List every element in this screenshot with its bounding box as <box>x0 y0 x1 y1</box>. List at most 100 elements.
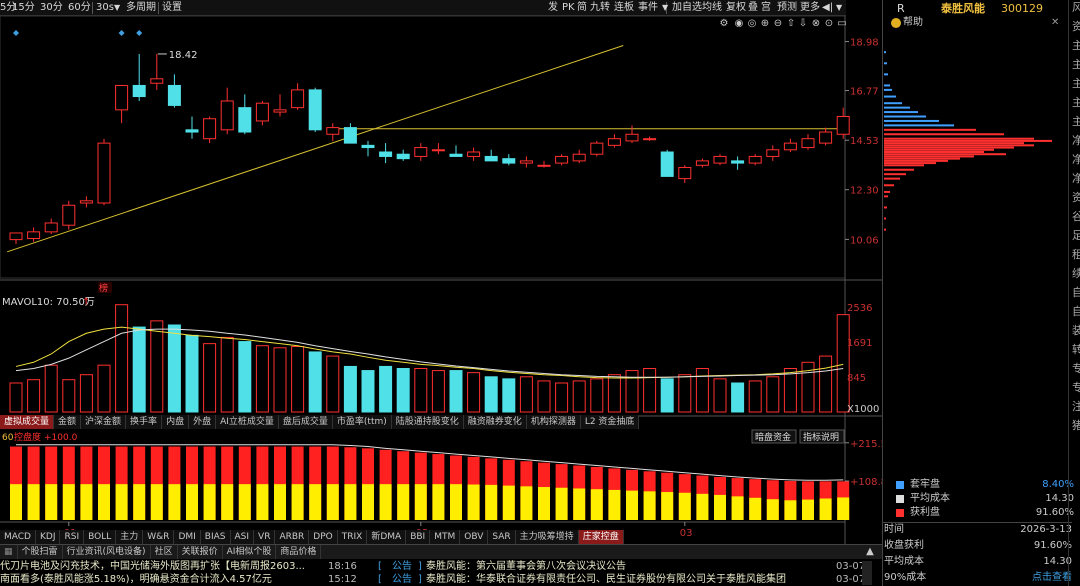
candle[interactable] <box>660 149 674 177</box>
tech-tab-9[interactable]: VR <box>254 530 276 544</box>
period-button-2[interactable]: 30分 <box>40 1 63 15</box>
announcement-item[interactable]: 泰胜风能：第六届董事会第八次会议决议公告 <box>426 560 826 573</box>
bottom-tab-5[interactable]: 商品价格 <box>276 545 322 559</box>
volume-bar[interactable] <box>273 347 287 413</box>
bottom-tab-3[interactable]: 关联报价 <box>178 545 223 559</box>
tool-button-2[interactable]: 简 <box>577 1 587 15</box>
indicator-button[interactable]: 暗盘资金 <box>751 429 797 444</box>
candle[interactable] <box>484 149 498 162</box>
down-arrow-icon[interactable]: ⇩ <box>797 17 809 30</box>
tool-button-1[interactable]: PK <box>562 1 575 15</box>
bottom-tab-2[interactable]: 社区 <box>151 545 178 559</box>
candle[interactable] <box>519 156 533 168</box>
candle[interactable] <box>836 107 850 139</box>
candle[interactable] <box>185 116 199 139</box>
tool-button-9[interactable]: 叠 <box>748 1 758 15</box>
tech-tab-16[interactable]: OBV <box>460 530 489 544</box>
tech-tab-12[interactable]: TRIX <box>338 530 368 544</box>
candle[interactable] <box>414 143 428 161</box>
candle[interactable] <box>308 87 322 133</box>
eye-off-icon[interactable]: ◎ <box>746 17 758 30</box>
candle[interactable] <box>607 134 621 148</box>
candle[interactable] <box>431 143 445 155</box>
candle[interactable] <box>449 145 463 157</box>
vol-tab-6[interactable]: AI立桩成交量 <box>216 415 279 429</box>
close-circle-icon[interactable]: ⊗ <box>810 17 822 30</box>
up-arrow-icon[interactable]: ⇧ <box>785 17 797 30</box>
candle[interactable] <box>502 154 516 166</box>
tool-button-3[interactable]: 九转 <box>590 1 610 15</box>
tool-button-4[interactable]: 连板 <box>614 1 634 15</box>
volume-bar[interactable] <box>607 374 621 413</box>
volume-bar[interactable] <box>519 376 533 413</box>
zoom-out-icon[interactable]: ⊖ <box>772 17 784 30</box>
candle[interactable] <box>731 156 745 170</box>
candle[interactable] <box>748 154 762 166</box>
volume-bar[interactable] <box>695 368 709 413</box>
candle[interactable] <box>97 138 111 206</box>
volume-bar[interactable] <box>115 304 129 413</box>
kline-chart[interactable]: 18.98 16.77 14.53 12.30 10.06 18.42 榜 MAVOL10: … <box>0 16 882 544</box>
candle[interactable] <box>115 84 129 124</box>
tech-tab-7[interactable]: BIAS <box>201 530 231 544</box>
tool-button-10[interactable]: 宫 <box>761 1 771 15</box>
volume-bar[interactable] <box>766 376 780 413</box>
bottom-tab-0[interactable]: 个股扫雷 <box>18 545 63 559</box>
volume-bar[interactable] <box>555 382 569 413</box>
candle[interactable] <box>150 53 164 90</box>
news-scrollbar[interactable] <box>862 561 872 585</box>
candle[interactable] <box>643 136 657 141</box>
volume-bar[interactable] <box>449 370 463 413</box>
candle[interactable] <box>379 143 393 164</box>
zoom-in-icon[interactable]: ⊕ <box>759 17 771 30</box>
period-button-6[interactable]: 设置 <box>162 1 182 15</box>
tech-tab-14[interactable]: BBI <box>406 530 431 544</box>
tool-button-6[interactable]: 加自选 <box>672 1 702 15</box>
volume-bar[interactable] <box>185 334 199 413</box>
settings-icon[interactable]: ⚙ <box>718 17 730 30</box>
candle[interactable] <box>9 232 23 245</box>
tool-button-5[interactable]: 事件 <box>638 1 658 15</box>
tech-tab-10[interactable]: ARBR <box>275 530 310 544</box>
side-char[interactable]: 装 <box>1072 325 1080 337</box>
tech-tab-0[interactable]: MACD <box>0 530 36 544</box>
tool-button-7[interactable]: 均线 <box>702 1 722 15</box>
volume-bar[interactable] <box>572 380 586 413</box>
side-char[interactable]: 自 <box>1072 306 1080 318</box>
volume-bar[interactable] <box>291 346 305 413</box>
candle[interactable] <box>273 94 287 117</box>
volume-bar[interactable] <box>326 355 340 413</box>
tool-button-0[interactable]: 发 <box>548 1 558 15</box>
candle[interactable] <box>625 125 639 144</box>
candle[interactable] <box>590 140 604 157</box>
copy-icon[interactable]: ▭ <box>836 17 848 30</box>
tech-tab-15[interactable]: MTM <box>430 530 461 544</box>
dropdown-icon[interactable]: ▼ <box>836 1 842 15</box>
candle[interactable] <box>766 145 780 161</box>
tech-tab-19[interactable]: 庄家控盘 <box>578 530 624 544</box>
vol-tab-9[interactable]: 陆股通持股变化 <box>392 415 464 429</box>
candle[interactable] <box>62 200 76 230</box>
search-icon[interactable]: ⊙ <box>823 17 835 30</box>
tech-tab-17[interactable]: SAR <box>488 530 516 544</box>
candle[interactable] <box>203 116 217 144</box>
volume-bar[interactable] <box>537 380 551 413</box>
vol-tab-10[interactable]: 融资融券变化 <box>464 415 527 429</box>
dropdown-icon[interactable]: ▼ <box>662 1 668 15</box>
bottom-tab-4[interactable]: AI相似个股 <box>223 545 277 559</box>
volume-bar[interactable] <box>255 345 269 413</box>
volume-bar[interactable] <box>308 351 322 413</box>
volume-bar[interactable] <box>97 364 111 413</box>
tech-tab-6[interactable]: DMI <box>174 530 201 544</box>
dropdown-icon[interactable]: ▼ <box>114 1 120 15</box>
volume-bar[interactable] <box>643 368 657 413</box>
tech-tab-8[interactable]: ASI <box>231 530 255 544</box>
candle[interactable] <box>220 87 234 135</box>
news-item[interactable]: 代刀片电池及闪充技术，中国光储海外版图再扩张【电新周报2603... <box>0 560 320 573</box>
tech-tab-2[interactable]: RSI <box>60 530 85 544</box>
candle[interactable] <box>555 154 569 166</box>
volume-bar[interactable] <box>414 368 428 413</box>
volume-bar[interactable] <box>819 355 833 413</box>
candle[interactable] <box>396 149 410 161</box>
vol-tab-4[interactable]: 内盘 <box>162 415 190 429</box>
